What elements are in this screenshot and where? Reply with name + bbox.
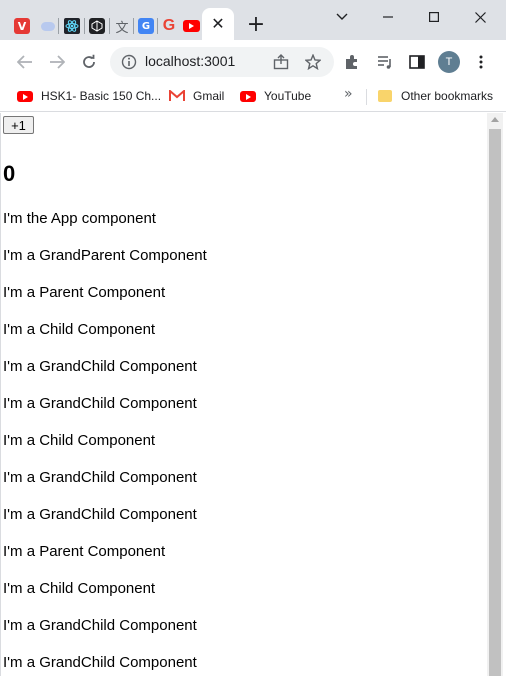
close-tab-icon[interactable]: ✕ <box>211 16 224 32</box>
tab-separator <box>58 18 59 34</box>
reload-icon <box>83 54 95 68</box>
parent-component-text: I'm a Parent Component <box>3 543 166 560</box>
url-text[interactable]: localhost:3001 <box>145 53 235 69</box>
youtube-icon <box>240 88 256 104</box>
close-window-button[interactable] <box>468 6 492 28</box>
other-bookmarks-folder[interactable]: Other bookmarks <box>377 86 493 106</box>
kebab-menu-icon <box>479 55 483 69</box>
playlist-icon <box>378 56 391 69</box>
child-component-text: I'm a Child Component <box>3 432 156 449</box>
folder-icon <box>377 88 393 104</box>
tab-separator <box>109 18 110 34</box>
side-panel-icon <box>409 55 425 69</box>
counter-value: 0 <box>3 161 16 186</box>
youtube-icon <box>17 88 33 104</box>
close-icon <box>474 11 486 23</box>
increment-button[interactable]: +1 <box>3 116 34 134</box>
google-icon: G <box>162 17 176 34</box>
dictionary-icon: 文 <box>115 20 129 36</box>
active-tab[interactable]: ✕ <box>202 8 234 40</box>
tab-dictionary[interactable]: 文 <box>112 16 132 36</box>
tab-vivaldi[interactable]: V <box>12 16 32 36</box>
media-controls-button[interactable] <box>374 51 396 73</box>
react-icon <box>64 18 80 34</box>
grandchild-component-text: I'm a GrandChild Component <box>3 358 197 375</box>
bookmark-label: YouTube <box>264 89 312 103</box>
minimize-button[interactable] <box>376 6 400 28</box>
grandchild-component-text: I'm a GrandChild Component <box>3 395 197 412</box>
google-translate-icon: G <box>138 18 154 34</box>
bookmarks-divider <box>366 89 367 105</box>
tab-react[interactable] <box>62 16 82 36</box>
share-icon <box>273 54 289 70</box>
tab-search-button[interactable] <box>330 6 354 28</box>
maximize-button[interactable] <box>422 6 446 28</box>
grandparent-component-text: I'm a GrandParent Component <box>3 247 207 264</box>
bookmark-hsk1[interactable]: HSK1- Basic 150 Ch... <box>17 86 161 106</box>
tab-separator <box>133 18 134 34</box>
tab-google[interactable]: G <box>159 16 179 36</box>
bookmark-star-button[interactable] <box>302 51 324 73</box>
tab-google-translate[interactable]: G <box>136 16 156 36</box>
bookmark-label: HSK1- Basic 150 Ch... <box>41 89 162 103</box>
tab-codepen[interactable] <box>87 16 107 36</box>
extensions-button[interactable] <box>341 51 363 73</box>
window-border <box>0 113 1 676</box>
scroll-up-arrow-icon[interactable] <box>491 117 499 122</box>
tab-separator <box>157 18 158 34</box>
chevron-down-icon <box>336 13 348 20</box>
app-component-text: I'm the App component <box>3 210 156 227</box>
forward-arrow-icon <box>50 55 65 69</box>
info-icon <box>121 54 137 70</box>
grandchild-component-text: I'm a GrandChild Component <box>3 654 197 671</box>
scrollbar-thumb[interactable] <box>489 129 501 676</box>
more-bookmarks-chevron-icon[interactable]: » <box>344 86 353 102</box>
browser-menu-button[interactable] <box>470 51 492 73</box>
youtube-icon <box>182 20 200 32</box>
back-arrow-icon <box>17 55 32 69</box>
share-button[interactable] <box>270 51 292 73</box>
child-component-text: I'm a Child Component <box>3 580 156 597</box>
minimize-icon <box>383 16 393 18</box>
side-panel-button[interactable] <box>406 51 428 73</box>
grandchild-component-text: I'm a GrandChild Component <box>3 469 197 486</box>
bookmark-label: Other bookmarks <box>401 89 494 103</box>
forward-button[interactable] <box>46 51 68 73</box>
star-icon <box>305 54 321 70</box>
child-component-text: I'm a Child Component <box>3 321 156 338</box>
gmail-icon <box>169 88 185 104</box>
bookmark-youtube[interactable]: YouTube <box>240 86 311 106</box>
profile-avatar[interactable]: T <box>438 51 460 73</box>
bookmark-gmail[interactable]: Gmail <box>169 86 224 106</box>
bookmark-label: Gmail <box>193 89 225 103</box>
tab-cloud[interactable] <box>38 16 58 36</box>
tab-separator <box>84 18 85 34</box>
puzzle-icon <box>346 55 357 69</box>
vivaldi-icon: V <box>14 18 30 34</box>
cloud-icon <box>41 21 55 31</box>
grandchild-component-text: I'm a GrandChild Component <box>3 617 197 634</box>
site-info-button[interactable] <box>118 51 140 73</box>
grandchild-component-text: I'm a GrandChild Component <box>3 506 197 523</box>
parent-component-text: I'm a Parent Component <box>3 284 166 301</box>
back-button[interactable] <box>14 51 36 73</box>
reload-button[interactable] <box>78 51 100 73</box>
maximize-icon <box>429 12 439 22</box>
codepen-icon <box>89 18 105 34</box>
tab-youtube[interactable] <box>181 16 201 36</box>
new-tab-button[interactable]: + <box>246 14 266 36</box>
